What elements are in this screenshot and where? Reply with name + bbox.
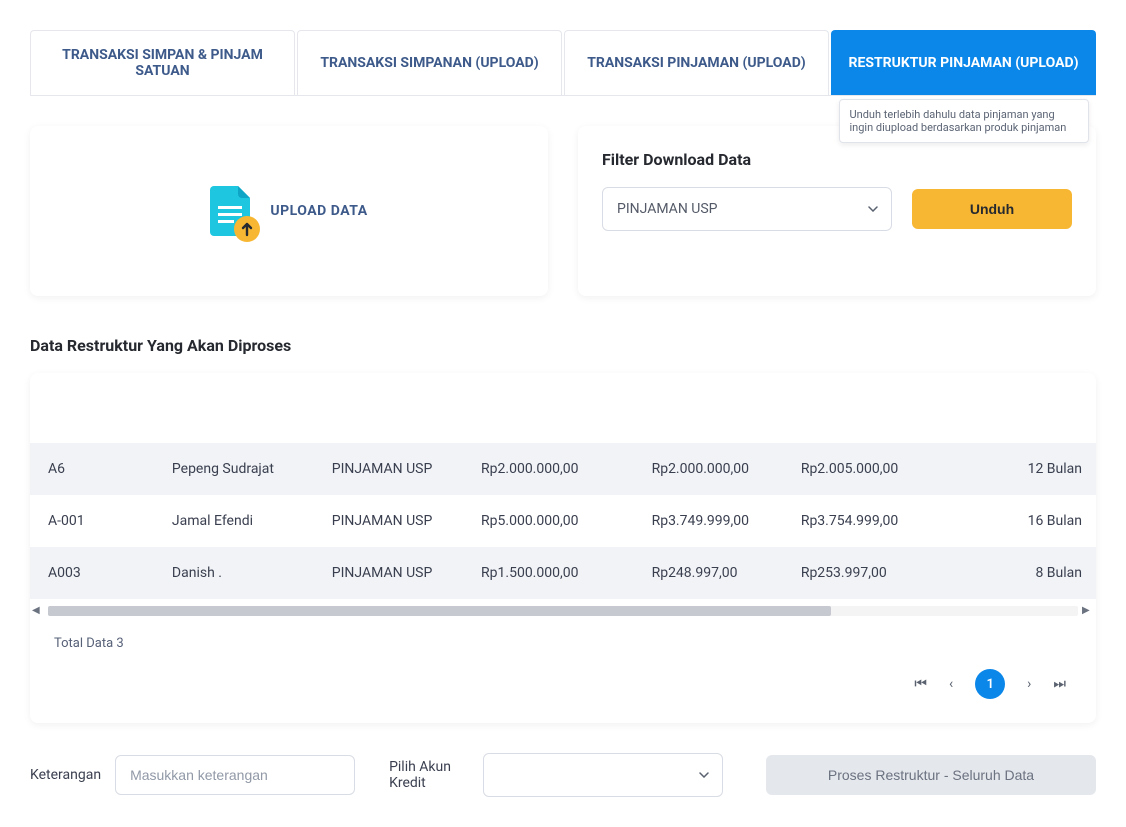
akun-select-wrap [483,753,723,797]
cards-row: UPLOAD DATA Filter Download Data PINJAMA… [30,126,1096,296]
cell: Rp2.000.000,00 [638,443,787,495]
page-next-icon[interactable]: › [1027,676,1031,692]
cell: PINJAMAN USP [318,547,467,599]
tab-row: TRANSAKSI SIMPAN & PINJAM SATUAN TRANSAK… [30,30,1096,96]
cell: Rp3.754.999,00 [787,495,936,547]
cell: A-001 [30,495,158,547]
download-button[interactable]: Unduh [912,189,1072,229]
cell: Rp2.005.000,00 [787,443,936,495]
cell: PINJAMAN USP [318,443,467,495]
product-select-value: PINJAMAN USP [617,201,718,217]
cell: Pepeng Sudrajat [158,443,318,495]
tab-label: TRANSAKSI SIMPAN & PINJAM SATUAN [41,47,284,79]
cell: Rp2.000.000,00 [467,443,638,495]
page-prev-icon[interactable]: ‹ [949,676,953,692]
cell: PINJAMAN USP [318,495,467,547]
download-tooltip: Unduh terlebih dahulu data pinjaman yang… [839,99,1089,143]
tab-label: TRANSAKSI PINJAMAN (UPLOAD) [587,55,805,71]
upload-label: UPLOAD DATA [270,203,367,219]
product-select[interactable]: PINJAMAN USP [602,187,892,231]
chevron-down-icon [868,206,878,212]
cell: Rp1.500.000,00 [467,547,638,599]
process-button[interactable]: Proses Restruktur - Seluruh Data [766,755,1096,795]
bottom-row: Keterangan Pilih Akun Kredit Proses Rest… [30,753,1096,797]
filter-card: Filter Download Data PINJAMAN USP Unduh [578,126,1096,296]
table-row[interactable]: A003Danish .PINJAMAN USPRp1.500.000,00Rp… [30,547,1096,599]
cell: Danish . [158,547,318,599]
akun-select[interactable] [483,753,723,797]
table-header-space [30,373,1096,443]
tab-simpan-pinjam-satuan[interactable]: TRANSAKSI SIMPAN & PINJAM SATUAN [30,30,295,95]
tab-restruktur-upload[interactable]: RESTRUKTUR PINJAMAN (UPLOAD) Unduh terle… [831,30,1096,95]
total-count: Total Data 3 [30,626,1096,657]
filter-title-text: Filter Download Data [602,150,751,169]
scroll-thumb[interactable] [48,606,831,616]
tab-label: TRANSAKSI SIMPANAN (UPLOAD) [320,55,538,71]
section-title: Data Restruktur Yang Akan Diproses [30,336,1096,355]
table-row[interactable]: A6Pepeng SudrajatPINJAMAN USPRp2.000.000… [30,443,1096,495]
blur-badge [972,155,1032,165]
scroll-right-icon[interactable]: ▶ [1082,605,1094,616]
tab-pinjaman-upload[interactable]: TRANSAKSI PINJAMAN (UPLOAD) [564,30,829,95]
filter-title: Filter Download Data [602,150,1072,169]
restructure-table: A6Pepeng SudrajatPINJAMAN USPRp2.000.000… [30,443,1096,599]
pagination: ⏮ ‹ 1 › ⏭ [30,657,1096,699]
page-current[interactable]: 1 [975,669,1005,699]
cell: 16 Bulan [936,495,1096,547]
tab-label: RESTRUKTUR PINJAMAN (UPLOAD) [848,55,1078,71]
cell: 8 Bulan [936,547,1096,599]
filter-row: PINJAMAN USP Unduh [602,187,1072,231]
chevron-down-icon [699,772,709,778]
cell: 12 Bulan [936,443,1096,495]
cell: Rp5.000.000,00 [467,495,638,547]
scroll-left-icon[interactable]: ◀ [32,605,44,616]
keterangan-label: Keterangan [30,767,101,783]
upload-arrow-icon [234,216,260,242]
keterangan-input[interactable] [115,755,355,795]
upload-card[interactable]: UPLOAD DATA [30,126,548,296]
page-first-icon[interactable]: ⏮ [914,676,927,692]
page-last-icon[interactable]: ⏭ [1053,676,1066,692]
cell: Rp3.749.999,00 [638,495,787,547]
cell: Jamal Efendi [158,495,318,547]
cell: A6 [30,443,158,495]
product-select-wrap: PINJAMAN USP [602,187,892,231]
upload-icon [210,186,254,236]
table-row[interactable]: A-001Jamal EfendiPINJAMAN USPRp5.000.000… [30,495,1096,547]
scroll-track[interactable] [48,606,1078,616]
tab-simpanan-upload[interactable]: TRANSAKSI SIMPANAN (UPLOAD) [297,30,562,95]
horizontal-scrollbar[interactable]: ◀ ▶ [30,599,1096,626]
table-card: A6Pepeng SudrajatPINJAMAN USPRp2.000.000… [30,373,1096,723]
cell: Rp253.997,00 [787,547,936,599]
table-wrap: A6Pepeng SudrajatPINJAMAN USPRp2.000.000… [30,373,1096,599]
cell: Rp248.997,00 [638,547,787,599]
cell: A003 [30,547,158,599]
akun-label: Pilih Akun Kredit [389,759,469,791]
